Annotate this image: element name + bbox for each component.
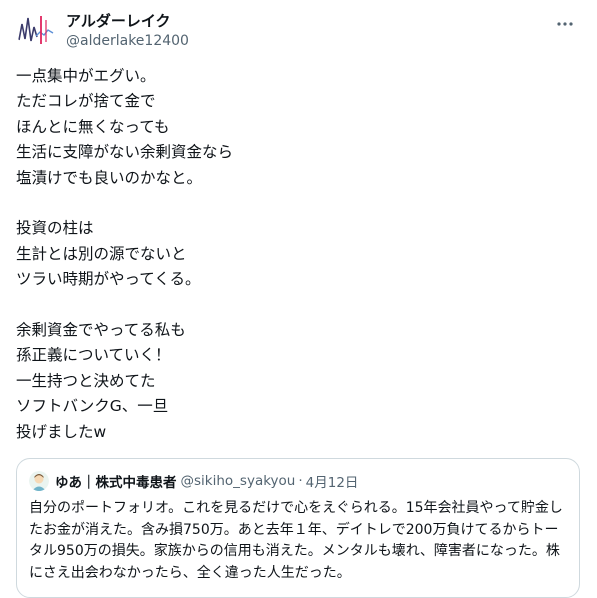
separator-dot: · — [298, 473, 303, 489]
avatar[interactable] — [16, 10, 56, 50]
more-horizontal-icon — [557, 22, 573, 26]
quoted-handle[interactable]: @sikiho_syakyou — [181, 473, 296, 489]
quoted-tweet-header: ゆあ｜株式中毒患者 @sikiho_syakyou · 4月12日 — [29, 470, 567, 492]
user-handle[interactable]: @alderlake12400 — [66, 31, 189, 51]
quoted-tweet[interactable]: ゆあ｜株式中毒患者 @sikiho_syakyou · 4月12日 自分のポート… — [16, 458, 580, 598]
tweet-text: 一点集中がエグい。 ただコレが捨て金で ほんとに無くなっても 生活に支障がない余… — [16, 67, 234, 441]
author-names: アルダーレイク @alderlake12400 — [66, 11, 189, 51]
quoted-avatar-image — [29, 471, 49, 491]
quoted-display-name[interactable]: ゆあ｜株式中毒患者 — [55, 471, 177, 491]
quoted-tweet-text: 自分のポートフォリオ。これを見るだけで心をえぐられる。15年会社員やって貯金した… — [29, 500, 563, 581]
tweet: アルダーレイク @alderlake12400 一点集中がエグい。 ただコレが捨… — [0, 0, 597, 598]
quoted-avatar[interactable] — [29, 471, 49, 491]
avatar-image — [16, 10, 56, 50]
tweet-header: アルダーレイク @alderlake12400 — [16, 10, 581, 58]
display-name[interactable]: アルダーレイク — [66, 11, 189, 31]
more-options-button[interactable] — [553, 16, 577, 32]
quoted-date[interactable]: 4月12日 — [306, 471, 359, 491]
